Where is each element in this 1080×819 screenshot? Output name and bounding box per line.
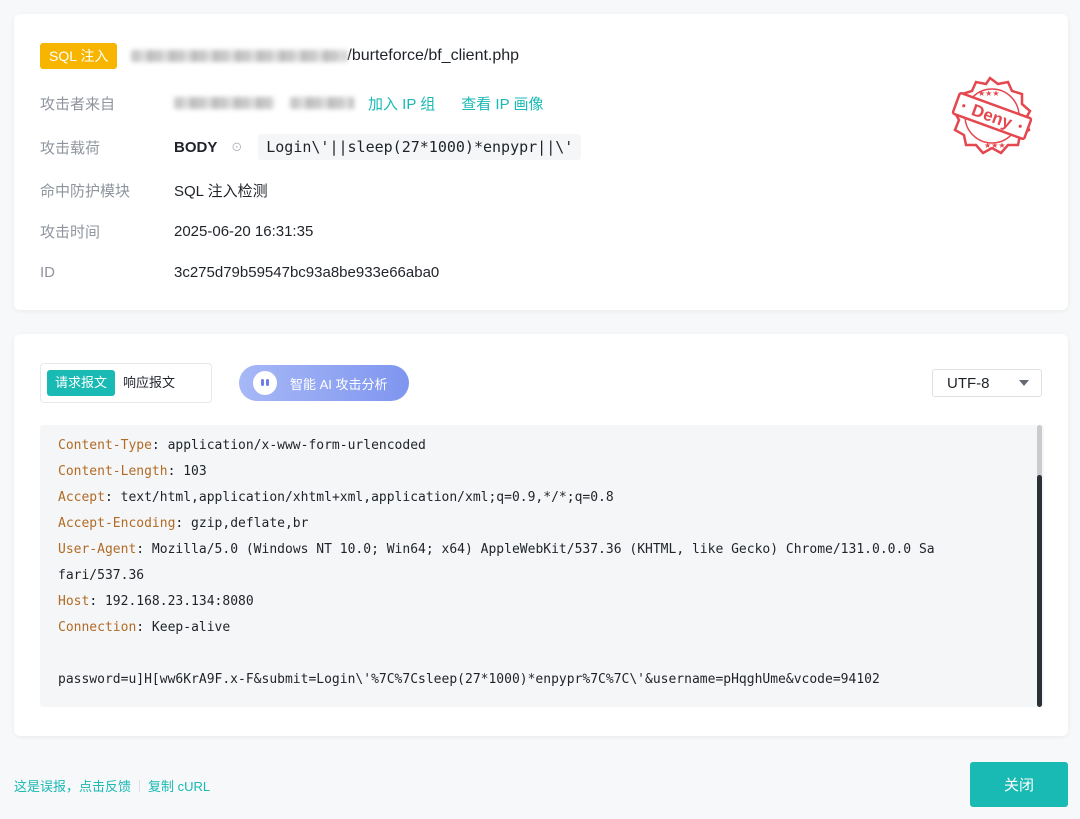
deny-stamp-icon: Deny ★★★ ★★★ — [951, 76, 1033, 155]
time-row: 攻击时间 2025-06-20 16:31:35 — [40, 218, 313, 244]
redacted-ip — [174, 97, 274, 109]
module-value: SQL 注入检测 — [174, 182, 268, 200]
id-row: ID 3c275d79b59547bc93a8be933e66aba0 — [40, 259, 439, 285]
ai-assistant-icon — [253, 371, 277, 395]
ai-analysis-button[interactable]: 智能 AI 攻击分析 — [239, 365, 409, 401]
module-label: 命中防护模块 — [40, 182, 131, 200]
packet-content[interactable]: Content-Type: application/x-www-form-url… — [40, 425, 1044, 707]
attack-detail-card: SQL 注入 /burteforce/bf_client.php 攻击者来自 加… — [14, 14, 1068, 310]
payload-row: 攻击载荷 BODY ⊙ Login\'||sleep(27*1000)*enpy… — [40, 134, 582, 160]
request-body: password=u]H[ww6KrA9F.x-F&submit=Login\'… — [58, 672, 880, 687]
module-row: 命中防护模块 SQL 注入检测 — [40, 177, 268, 203]
time-label: 攻击时间 — [40, 223, 101, 241]
tab-response[interactable]: 响应报文 — [115, 370, 183, 396]
false-positive-link[interactable]: 这是误报，点击反馈 — [14, 776, 131, 795]
header-line: Accept: text/html,application/xhtml+xml,… — [58, 490, 614, 505]
encoding-select[interactable]: UTF-8 — [932, 369, 1042, 397]
clipped-line — [58, 425, 1018, 433]
divider — [139, 779, 141, 792]
header-line: User-Agent: Mozilla/5.0 (Windows NT 10.0… — [58, 542, 935, 557]
close-button[interactable]: 关闭 — [970, 762, 1068, 807]
header-line: Host: 192.168.23.134:8080 — [58, 594, 254, 609]
scrollbar-thumb-top[interactable] — [1037, 425, 1042, 481]
packet-card: 请求报文 响应报文 智能 AI 攻击分析 UTF-8 Content-Type:… — [14, 334, 1068, 736]
packet-tabs: 请求报文 响应报文 — [40, 363, 212, 403]
redacted-host — [131, 50, 348, 62]
tab-request[interactable]: 请求报文 — [47, 370, 116, 396]
header-line: Connection: Keep-alive — [58, 620, 231, 635]
time-value: 2025-06-20 16:31:35 — [174, 222, 314, 240]
payload-location: BODY — [174, 138, 218, 156]
svg-text:★★★: ★★★ — [978, 89, 1000, 98]
attack-type-tag: SQL 注入 — [40, 43, 118, 69]
svg-text:★★★: ★★★ — [984, 141, 1006, 150]
payload-value: BODY ⊙ Login\'||sleep(27*1000)*enpypr||\… — [174, 134, 582, 160]
attacker-source-label: 攻击者来自 — [40, 95, 116, 113]
attack-url-path: /burteforce/bf_client.php — [347, 47, 520, 64]
copy-curl-link[interactable]: 复制 cURL — [148, 776, 210, 795]
encoding-value: UTF-8 — [947, 374, 990, 392]
info-icon[interactable]: ⊙ — [231, 139, 242, 155]
add-ip-group-link[interactable]: 加入 IP 组 — [368, 93, 435, 114]
id-label: ID — [40, 263, 55, 281]
payload-content: Login\'||sleep(27*1000)*enpypr||\' — [258, 134, 582, 160]
attacker-source-row: 攻击者来自 加入 IP 组 查看 IP 画像 — [40, 90, 544, 116]
header-line-wrap: fari/537.36 — [58, 568, 145, 583]
id-value: 3c275d79b59547bc93a8be933e66aba0 — [174, 263, 440, 281]
scrollbar[interactable] — [1037, 425, 1042, 707]
ai-analysis-label: 智能 AI 攻击分析 — [290, 376, 388, 392]
chevron-down-icon — [1019, 380, 1029, 386]
header-line: Content-Type: application/x-www-form-url… — [58, 438, 426, 453]
header-line: Content-Length: 103 — [58, 464, 207, 479]
packet-lines: Content-Type: application/x-www-form-url… — [58, 425, 1018, 693]
attacker-source-value: 加入 IP 组 查看 IP 画像 — [174, 93, 544, 114]
attack-title-row: SQL 注入 /burteforce/bf_client.php — [40, 42, 519, 70]
scrollbar-thumb[interactable] — [1037, 475, 1042, 707]
payload-label: 攻击载荷 — [40, 139, 101, 157]
header-line: Accept-Encoding: gzip,deflate,br — [58, 516, 309, 531]
view-ip-profile-link[interactable]: 查看 IP 画像 — [461, 93, 543, 114]
footer-links: 这是误报，点击反馈 复制 cURL — [14, 776, 210, 795]
redacted-location — [290, 97, 354, 109]
